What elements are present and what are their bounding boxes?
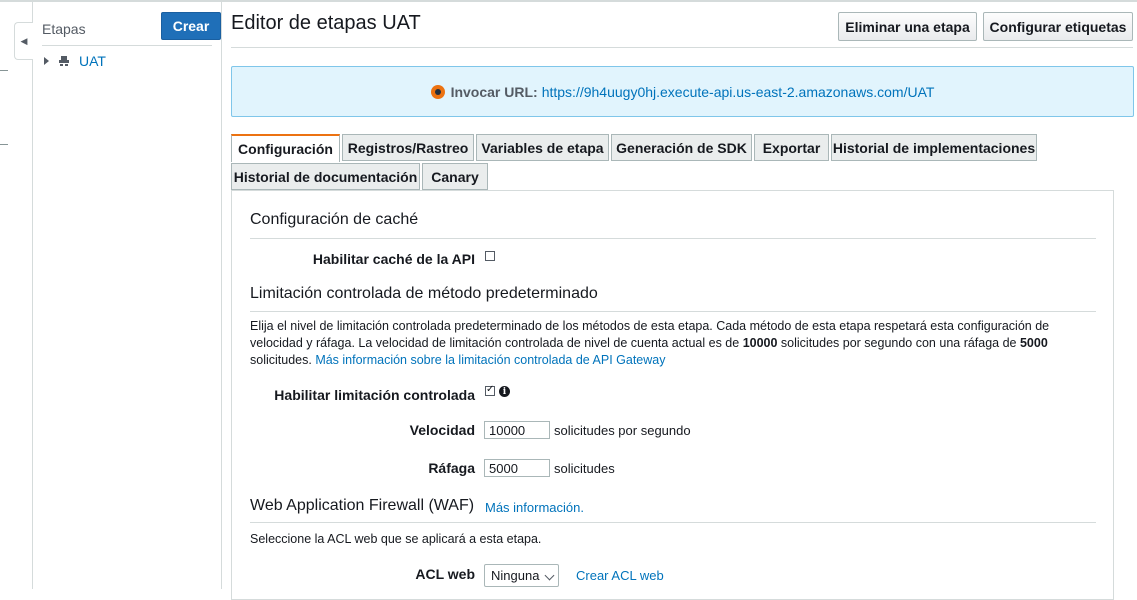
- burst-input[interactable]: [484, 459, 550, 477]
- account-rate-value: 10000: [742, 336, 778, 350]
- rate-input[interactable]: [484, 421, 550, 439]
- stages-title: Etapas: [42, 21, 86, 37]
- tab-historial-documentacion[interactable]: Historial de documentación: [231, 163, 420, 190]
- create-stage-button[interactable]: Crear: [161, 12, 221, 40]
- configure-tags-button[interactable]: Configurar etiquetas: [983, 12, 1133, 41]
- enable-cache-checkbox[interactable]: [485, 251, 495, 261]
- stages-panel: Etapas Crear UAT: [33, 2, 222, 589]
- info-icon[interactable]: i: [499, 386, 510, 397]
- tab-variables-de-etapa[interactable]: Variables de etapa: [476, 134, 609, 161]
- throttling-desc-text: solicitudes.: [250, 353, 316, 367]
- nav-rail: ◀: [0, 2, 33, 589]
- burst-label: Ráfaga: [428, 460, 475, 476]
- stage-tree-item-label[interactable]: UAT: [79, 53, 106, 69]
- throttling-desc-text: solicitudes por segundo con una ráfaga d…: [777, 336, 1020, 350]
- tab-exportar[interactable]: Exportar: [754, 134, 829, 161]
- invoke-url-label: Invocar URL:: [450, 83, 538, 100]
- page-title: Editor de etapas UAT: [231, 12, 421, 34]
- account-burst-value: 5000: [1019, 336, 1048, 350]
- tab-generacion-sdk[interactable]: Generación de SDK: [611, 134, 752, 161]
- tab-registros-rastreo[interactable]: Registros/Rastreo: [342, 134, 474, 161]
- nav-divider: [0, 144, 8, 145]
- enable-throttling-checkbox[interactable]: [485, 384, 495, 396]
- rate-label: Velocidad: [409, 422, 475, 438]
- section-divider: [250, 238, 1096, 239]
- stage-icon: [59, 56, 69, 66]
- throttling-section-title: Limitación controlada de método predeter…: [250, 285, 598, 302]
- title-divider: [231, 47, 1133, 48]
- expand-caret-icon[interactable]: [44, 57, 49, 65]
- nav-divider: [0, 70, 8, 71]
- invoke-url-link[interactable]: https://9h4uugy0hj.execute-api.us-east-2…: [542, 84, 935, 100]
- chevron-down-icon: [544, 570, 555, 581]
- section-divider: [250, 522, 1096, 523]
- waf-section-title: Web Application Firewall (WAF): [250, 497, 475, 514]
- chevron-left-icon: ◀: [20, 35, 28, 46]
- waf-description: Seleccione la ACL web que se aplicará a …: [250, 532, 542, 546]
- throttling-description: Elija el nivel de limitación controlada …: [250, 318, 1096, 369]
- tab-canary[interactable]: Canary: [422, 163, 488, 190]
- enable-throttling-label: Habilitar limitación controlada: [274, 387, 475, 403]
- section-divider: [250, 311, 1096, 312]
- collapse-nav-button[interactable]: ◀: [14, 22, 33, 60]
- web-acl-select[interactable]: Ninguna: [484, 564, 559, 587]
- waf-learn-more-link[interactable]: Más información.: [485, 500, 584, 515]
- delete-stage-button[interactable]: Eliminar una etapa: [838, 12, 977, 41]
- invoke-url-box: Invocar URL: https://9h4uugy0hj.execute-…: [231, 66, 1134, 117]
- web-acl-selected-value: Ninguna: [491, 568, 540, 583]
- stage-tree-item-uat[interactable]: UAT: [44, 53, 106, 69]
- rate-unit-label: solicitudes por segundo: [554, 423, 691, 438]
- throttling-learn-more-link[interactable]: Más información sobre la limitación cont…: [315, 353, 665, 367]
- web-acl-label: ACL web: [415, 566, 475, 582]
- stages-header: Etapas Crear: [42, 12, 221, 46]
- create-web-acl-link[interactable]: Crear ACL web: [576, 568, 664, 583]
- status-icon: [430, 84, 445, 99]
- burst-unit-label: solicitudes: [554, 461, 615, 476]
- tab-configuracion[interactable]: Configuración: [231, 134, 340, 162]
- tab-historial-implementaciones[interactable]: Historial de implementaciones: [831, 134, 1037, 161]
- enable-cache-label: Habilitar caché de la API: [312, 251, 475, 267]
- cache-section-title: Configuración de caché: [250, 211, 419, 228]
